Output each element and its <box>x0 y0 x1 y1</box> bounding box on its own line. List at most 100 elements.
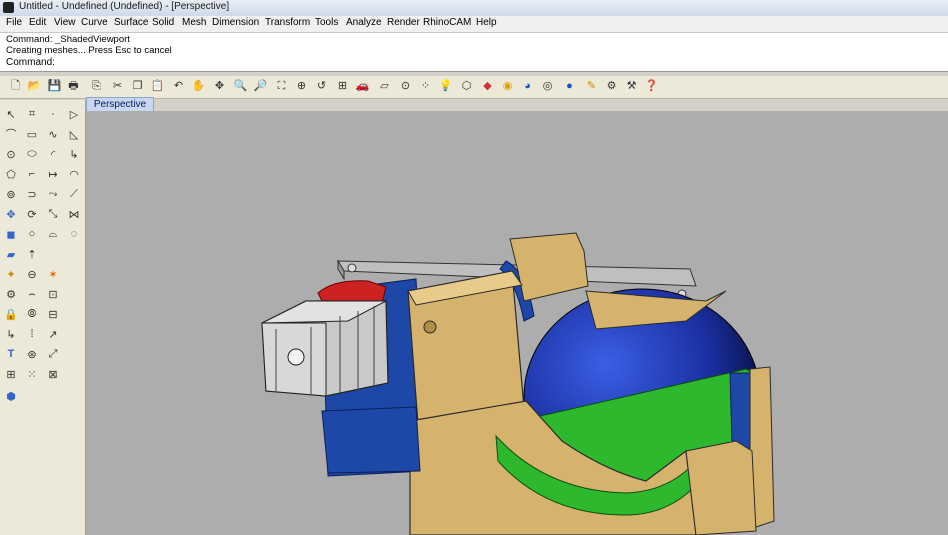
leader-icon[interactable]: ⁞ <box>24 326 40 342</box>
command-history-line: Creating meshes... Press Esc to cancel <box>6 45 172 56</box>
circle-icon[interactable]: ⊙ <box>3 146 19 162</box>
boolean-union-icon[interactable]: ✦ <box>3 266 19 282</box>
scale-icon[interactable]: ⤡ <box>45 206 61 222</box>
surface-icon[interactable]: ◺ <box>66 126 82 142</box>
plane-icon[interactable]: ▷ <box>66 106 82 122</box>
menu-curve[interactable]: Curve <box>81 17 108 28</box>
options-gear-icon[interactable]: ⚙ <box>604 79 619 94</box>
print-icon[interactable]: 🖶 <box>66 79 81 94</box>
tab-perspective[interactable]: Perspective <box>86 97 154 111</box>
import-icon[interactable]: ⎘ <box>89 79 104 94</box>
color-wheel-icon[interactable]: ◉ <box>500 79 515 94</box>
menu-help[interactable]: Help <box>476 17 497 28</box>
hide-icon[interactable]: ⦾ <box>24 306 40 322</box>
select-points-icon[interactable]: ⁘ <box>418 79 433 94</box>
menu-analyze[interactable]: Analyze <box>346 17 382 28</box>
zoom-selected-icon[interactable]: ⊕ <box>294 79 309 94</box>
zoom-extents-icon[interactable]: ⛶ <box>274 79 289 94</box>
block-icon[interactable]: ⊞ <box>3 366 19 382</box>
cylinder-icon[interactable]: ⌓ <box>45 226 61 242</box>
copy-icon[interactable]: ❐ <box>130 79 145 94</box>
array-icon[interactable]: ⊡ <box>45 286 61 302</box>
solid-tools-icon[interactable]: ⬢ <box>3 388 19 404</box>
render-sphere-icon[interactable]: ● <box>562 79 577 94</box>
polyline-icon[interactable]: ⌒ <box>3 126 19 142</box>
trim-icon[interactable]: ⌐ <box>24 166 40 182</box>
distance-icon[interactable]: ⤢ <box>45 346 61 362</box>
curve-from-object-icon[interactable]: ↗ <box>45 326 61 342</box>
menu-surface[interactable]: Surface <box>114 17 148 28</box>
environment-icon[interactable]: ◎ <box>540 79 555 94</box>
boolean-diff-icon[interactable]: ⊖ <box>24 266 40 282</box>
settings-icon[interactable]: ⚒ <box>624 79 639 94</box>
material-icon[interactable]: ◕ <box>520 79 535 94</box>
grid-snap-icon[interactable]: ⊙ <box>398 79 413 94</box>
helix-icon[interactable]: ⊚ <box>3 186 19 202</box>
menu-edit[interactable]: Edit <box>29 17 46 28</box>
offset-icon[interactable]: ◠ <box>66 166 82 182</box>
menu-transform[interactable]: Transform <box>265 17 310 28</box>
cplane-icon[interactable]: ▱ <box>377 79 392 94</box>
join-icon[interactable]: ⊃ <box>24 186 40 202</box>
box-icon[interactable]: ◼ <box>3 226 19 242</box>
move-icon[interactable]: ✥ <box>3 206 19 222</box>
ellipse-icon[interactable]: ⬭ <box>24 146 40 162</box>
layer-icon[interactable]: ◆ <box>480 79 495 94</box>
fillet-icon[interactable]: ↳ <box>66 146 82 162</box>
rotate-view-icon[interactable]: ✥ <box>212 79 227 94</box>
menu-dimension[interactable]: Dimension <box>212 17 259 28</box>
polygon-icon[interactable]: ⬠ <box>3 166 19 182</box>
mirror-icon[interactable]: ⋈ <box>66 206 82 222</box>
text-icon[interactable]: T <box>3 346 19 362</box>
ungroup-icon[interactable]: ⌢ <box>24 286 40 302</box>
pan-hand-icon[interactable]: ✋ <box>191 79 206 94</box>
undo-view-icon[interactable]: ↺ <box>314 79 329 94</box>
perspective-viewport[interactable] <box>86 111 948 535</box>
menu-tools[interactable]: Tools <box>315 17 338 28</box>
menu-file[interactable]: File <box>6 17 22 28</box>
group-icon[interactable]: ⚙ <box>3 286 19 302</box>
lock-icon[interactable]: 🔒 <box>3 306 19 322</box>
four-viewports-icon[interactable]: ⊞ <box>335 79 350 94</box>
undo-icon[interactable]: ↶ <box>171 79 186 94</box>
dot-icon[interactable]: · <box>45 106 61 122</box>
rectangle-icon[interactable]: ▭ <box>24 126 40 142</box>
new-file-icon[interactable]: 🗋 <box>8 79 23 94</box>
arc-icon[interactable]: ◜ <box>45 146 61 162</box>
car-icon[interactable]: 🚗 <box>355 79 370 94</box>
zoom-dynamic-icon[interactable]: 🔍 <box>233 79 248 94</box>
cut-icon[interactable]: ✂ <box>110 79 125 94</box>
curve-icon[interactable]: ∿ <box>45 126 61 142</box>
point-icon[interactable]: ⌗ <box>24 106 40 122</box>
layer-state-icon[interactable]: ⊟ <box>45 306 61 322</box>
menu-view[interactable]: View <box>54 17 76 28</box>
split-icon[interactable]: ⟋ <box>66 186 82 202</box>
help-icon[interactable]: ❓ <box>644 79 659 94</box>
mesh-icon[interactable]: ⊠ <box>45 366 61 382</box>
light-icon[interactable]: 💡 <box>438 79 453 94</box>
boolean-intersect-icon[interactable]: ✶ <box>45 266 61 282</box>
explode-icon[interactable]: ⁙ <box>24 366 40 382</box>
analyze-icon[interactable]: ⊛ <box>24 346 40 362</box>
extrude-icon[interactable]: ⇡ <box>24 246 40 262</box>
menu-render[interactable]: Render <box>387 17 420 28</box>
rhino-app-icon[interactable] <box>3 2 14 13</box>
zoom-window-icon[interactable]: 🔎 <box>253 79 268 94</box>
rotate-icon[interactable]: ⟳ <box>24 206 40 222</box>
open-file-icon[interactable]: 📂 <box>27 79 42 94</box>
menu-mesh[interactable]: Mesh <box>182 17 206 28</box>
select-arrow-icon[interactable]: ↖ <box>3 106 19 122</box>
extend-icon[interactable]: ↦ <box>45 166 61 182</box>
blend-icon[interactable]: ⤳ <box>45 186 61 202</box>
command-input[interactable] <box>60 57 924 72</box>
save-icon[interactable]: 💾 <box>47 79 62 94</box>
torus-icon[interactable]: ◌ <box>66 226 82 242</box>
sphere-icon[interactable]: ○ <box>24 226 40 242</box>
menu-solid[interactable]: Solid <box>152 17 174 28</box>
dimension-icon[interactable]: ↳ <box>3 326 19 342</box>
cone-icon[interactable]: ▰ <box>3 246 19 262</box>
menu-rhinocam[interactable]: RhinoCAM <box>423 17 471 28</box>
paste-icon[interactable]: 📋 <box>150 79 165 94</box>
render-icon[interactable]: ⬡ <box>459 79 474 94</box>
rhinocam-icon[interactable]: ✎ <box>584 79 599 94</box>
